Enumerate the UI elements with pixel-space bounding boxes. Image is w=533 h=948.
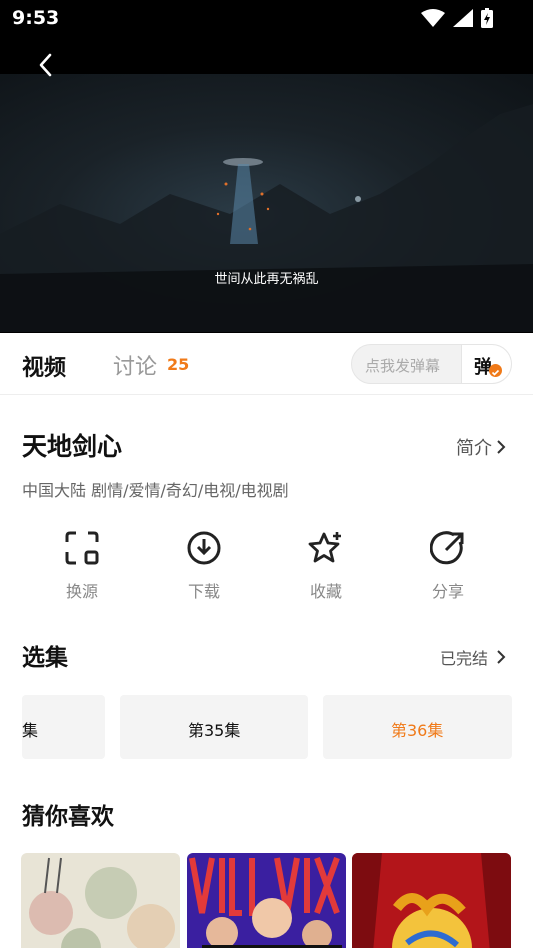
action-label: 收藏 (309, 582, 342, 601)
danmaku-toggle-button[interactable]: 弹 (461, 345, 511, 383)
wifi-icon (421, 9, 445, 27)
poster-image (352, 853, 511, 948)
action-label: 换源 (65, 582, 98, 601)
show-title: 天地剑心 (22, 432, 123, 461)
episode-item[interactable]: 第35集 (120, 695, 308, 759)
favorite-button[interactable]: 收藏 (276, 530, 376, 602)
status-icons (421, 8, 493, 28)
chevron-right-icon (497, 440, 506, 454)
status-bar: 9:53 (0, 0, 533, 36)
show-tags: 中国大陆 剧情/爱情/奇幻/电视/电视剧 (22, 481, 289, 500)
battery-charging-icon (481, 8, 493, 28)
switch-source-icon (65, 531, 99, 565)
share-icon (430, 531, 464, 565)
video-player[interactable]: 世间从此再无祸乱 (0, 36, 533, 333)
recommend-poster[interactable] (21, 853, 180, 948)
recommend-section-title: 猜你喜欢 (22, 804, 114, 830)
poster-image (21, 853, 180, 948)
episode-item[interactable]: 集 (22, 695, 105, 759)
recommend-poster[interactable] (352, 853, 511, 948)
recommend-poster[interactable] (187, 853, 346, 948)
episode-label: 第36集 (391, 721, 444, 740)
intro-button[interactable]: 简介 (456, 434, 506, 460)
action-label: 分享 (431, 582, 464, 601)
share-button[interactable]: 分享 (398, 530, 498, 602)
danmaku-bar: 点我发弹幕 弹 (351, 344, 512, 384)
tab-discussion[interactable]: 讨论 (113, 349, 157, 381)
switch-source-button[interactable]: 换源 (32, 530, 132, 602)
poster-image (187, 853, 346, 948)
download-button[interactable]: 下载 (154, 530, 254, 602)
episodes-status-button[interactable]: 已完结 (440, 645, 506, 669)
video-subtitle: 世间从此再无祸乱 (214, 272, 319, 287)
episodes-section-title: 选集 (22, 645, 68, 671)
episode-item-active[interactable]: 第36集 (323, 695, 512, 759)
episodes-status-label: 已完结 (440, 649, 489, 668)
cellular-signal-icon (453, 9, 473, 27)
episode-label: 集 (22, 721, 39, 740)
discussion-count-badge: 25 (167, 355, 190, 374)
danmaku-input[interactable]: 点我发弹幕 (365, 355, 440, 376)
episode-label: 第35集 (188, 721, 241, 740)
chevron-right-icon (497, 650, 506, 664)
action-label: 下载 (187, 582, 220, 601)
check-badge-icon (489, 364, 502, 377)
tab-video[interactable]: 视频 (22, 350, 66, 382)
video-frame (0, 74, 533, 332)
tab-bar: 视频 讨论 25 点我发弹幕 弹 (0, 333, 533, 395)
download-icon (187, 531, 221, 565)
back-arrow-icon[interactable] (32, 50, 62, 80)
favorite-star-icon (308, 532, 341, 563)
intro-label: 简介 (456, 438, 492, 459)
video-scene-image (0, 104, 533, 332)
status-time: 9:53 (12, 7, 60, 29)
